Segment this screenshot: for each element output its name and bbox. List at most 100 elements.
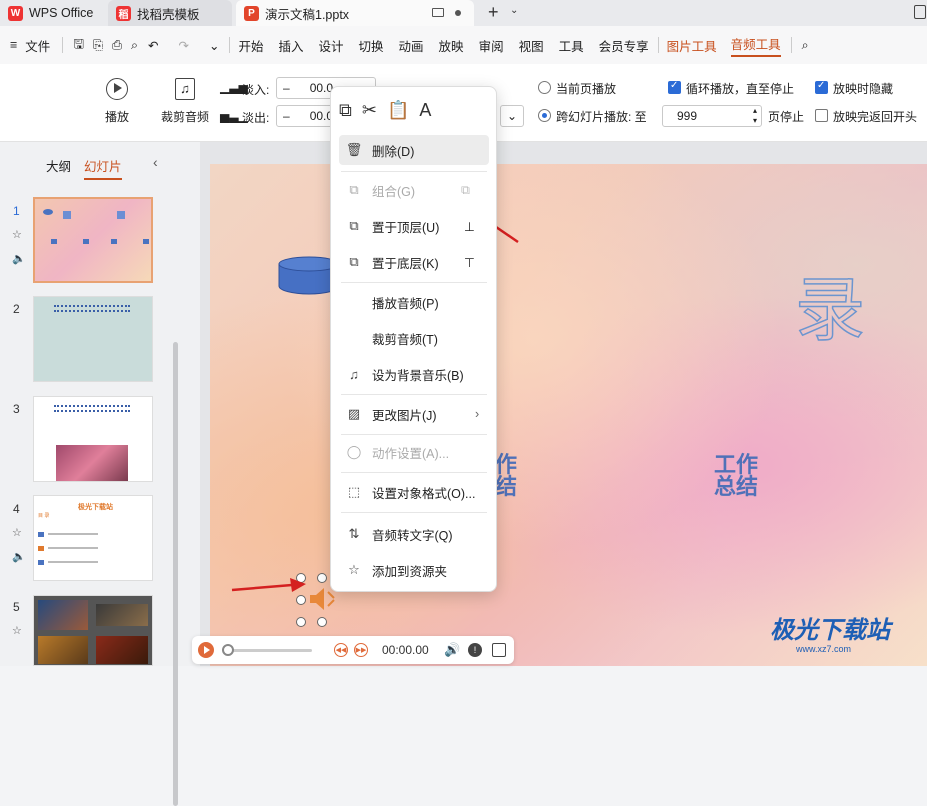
outline-char[interactable]: 录: [794, 254, 866, 355]
rewind-checkbox[interactable]: [815, 109, 828, 122]
tab-label: 找稻壳模板: [137, 7, 200, 22]
ungroup-icon[interactable]: ⧉: [461, 183, 470, 198]
menu-label: 播放音频(P): [372, 296, 439, 311]
screen-icon[interactable]: [492, 643, 506, 657]
player-time: 00:00.00: [382, 643, 429, 657]
menu-file[interactable]: 文件: [25, 36, 50, 55]
star-icon[interactable]: ☆: [12, 624, 22, 637]
tab-outline[interactable]: 大纲: [46, 156, 71, 175]
loop-checkbox[interactable]: [668, 80, 681, 94]
menu-play-audio[interactable]: 播放音频(P): [339, 287, 489, 317]
chevron-down-icon[interactable]: ⌄: [510, 5, 518, 16]
menu-animation[interactable]: 动画: [399, 36, 424, 55]
slide-thumbnail-4[interactable]: 极光下载站 目 录: [33, 495, 153, 581]
menu-audio-tools[interactable]: 音频工具: [730, 34, 781, 57]
forward-icon[interactable]: ▶▶: [354, 643, 368, 657]
star-icon[interactable]: ☆: [12, 526, 22, 539]
menu-slideshow[interactable]: 放映: [439, 36, 464, 55]
trash-icon: 🗑: [345, 142, 363, 157]
new-tab-icon[interactable]: +: [488, 2, 499, 23]
menu-audio-to-text[interactable]: ⇅ 音频转文字(Q): [339, 519, 489, 549]
menu-label: 设为背景音乐(B): [372, 368, 464, 383]
paste-icon[interactable]: 📋: [387, 100, 409, 121]
pane-scrollbar[interactable]: [173, 342, 178, 806]
tab-slides[interactable]: 幻灯片: [84, 156, 122, 180]
volume-dropdown[interactable]: ⌄: [500, 105, 524, 127]
menu-member[interactable]: 会员专享: [599, 36, 649, 55]
info-icon[interactable]: !: [468, 643, 482, 657]
play-icon[interactable]: [106, 78, 128, 100]
play-button[interactable]: 播放: [105, 108, 129, 125]
menu-delete[interactable]: 🗑 删除(D): [339, 135, 489, 165]
menu-design[interactable]: 设计: [319, 36, 344, 55]
format-icon: ⬚: [347, 484, 361, 499]
menu-action-settings[interactable]: ◯ 动作设置(A)...: [339, 437, 489, 467]
menu-tools[interactable]: 工具: [559, 36, 584, 55]
menu-send-back[interactable]: ⧉ 置于底层(K) ⊤: [339, 247, 489, 277]
share-icon[interactable]: ⎘: [93, 38, 103, 53]
player-progress-knob[interactable]: [222, 644, 234, 656]
cut-icon[interactable]: ✂: [362, 100, 377, 121]
divider: [657, 37, 659, 53]
paste-format-icon[interactable]: A: [419, 100, 431, 121]
fade-out-label: 淡出:: [242, 111, 270, 125]
align-bottom-icon[interactable]: ⊤: [464, 255, 475, 270]
menu-insert[interactable]: 插入: [278, 36, 303, 55]
stepper-icon[interactable]: ▴ ▾: [753, 106, 757, 126]
menu-add-to-folder[interactable]: ☆ 添加到资源夹: [339, 555, 489, 585]
trim-audio-button[interactable]: 裁剪音频: [161, 108, 209, 125]
hamburger-icon[interactable]: ≡: [10, 38, 17, 52]
menu-background-music[interactable]: ♫ 设为背景音乐(B): [339, 359, 489, 389]
tab-wps-office[interactable]: W WPS Office: [0, 0, 104, 26]
undo-icon[interactable]: ↶: [148, 38, 158, 53]
menu-bring-front[interactable]: ⧉ 置于顶层(U) ⊥: [339, 211, 489, 241]
rewind-icon[interactable]: ◀◀: [334, 643, 348, 657]
menu-group[interactable]: ⧉ 组合(G) ⧉: [339, 175, 489, 205]
selection-handle[interactable]: [296, 617, 306, 627]
menu-format-object[interactable]: ⬚ 设置对象格式(O)...: [339, 477, 489, 507]
current-page-radio[interactable]: [538, 81, 551, 94]
print-icon[interactable]: ⎙: [112, 38, 122, 53]
tab-template[interactable]: 稻 找稻壳模板: [108, 0, 232, 26]
redo-icon[interactable]: ↷: [179, 38, 189, 53]
slide-thumbnail-2[interactable]: [33, 296, 153, 382]
slide-thumbnail-1[interactable]: [33, 197, 153, 283]
menu-trim-audio[interactable]: 裁剪音频(T): [339, 323, 489, 353]
menu-review[interactable]: 审阅: [479, 36, 504, 55]
selection-handle[interactable]: [317, 617, 327, 627]
hide-on-show-checkbox[interactable]: [815, 80, 828, 94]
window-icon[interactable]: [914, 5, 926, 19]
preview-icon[interactable]: ⌕: [131, 38, 138, 53]
text-box-partial[interactable]: 作 结: [494, 454, 518, 498]
align-top-icon[interactable]: ⊥: [464, 219, 475, 234]
menu-picture-tools[interactable]: 图片工具: [667, 36, 717, 55]
divider: [341, 282, 487, 283]
volume-icon[interactable]: 🔊: [444, 642, 460, 658]
monitor-icon[interactable]: [432, 8, 444, 17]
collapse-chevron-icon[interactable]: ‹: [153, 154, 158, 170]
menu-view[interactable]: 视图: [519, 36, 544, 55]
slide-thumbnail-3[interactable]: [33, 396, 153, 482]
slide[interactable]: 录 作 结 工作 总结: [210, 164, 927, 666]
menu-home[interactable]: 开始: [238, 36, 263, 55]
text-box-work-summary[interactable]: 工作 总结: [706, 454, 766, 498]
trim-audio-icon[interactable]: ♫: [175, 78, 195, 100]
cross-slide-radio[interactable]: [538, 109, 551, 122]
more-chevron-icon[interactable]: ⌄: [209, 38, 219, 53]
stop-page-field[interactable]: 999 ▴ ▾: [662, 105, 762, 127]
player-progress-track[interactable]: [222, 649, 312, 652]
copy-icon[interactable]: ⧉: [339, 100, 352, 121]
menu-label: 删除(D): [372, 144, 415, 159]
tab-document[interactable]: P 演示文稿1.pptx: [236, 0, 474, 26]
save-icon[interactable]: 🖫: [73, 35, 84, 56]
player-play-button[interactable]: [198, 642, 214, 658]
title-bar: W WPS Office 稻 找稻壳模板 P 演示文稿1.pptx + ⌄: [0, 0, 927, 26]
menu-transition[interactable]: 切换: [359, 36, 384, 55]
divider: [229, 37, 231, 53]
selection-handle[interactable]: [317, 573, 327, 583]
speaker-icon: 🔈: [12, 253, 26, 265]
menu-change-picture[interactable]: ▨ 更改图片(J) ›: [339, 399, 489, 429]
star-icon[interactable]: ☆: [12, 228, 22, 241]
search-icon[interactable]: ⌕: [802, 38, 809, 53]
slide-thumbnail-5[interactable]: [33, 595, 153, 666]
